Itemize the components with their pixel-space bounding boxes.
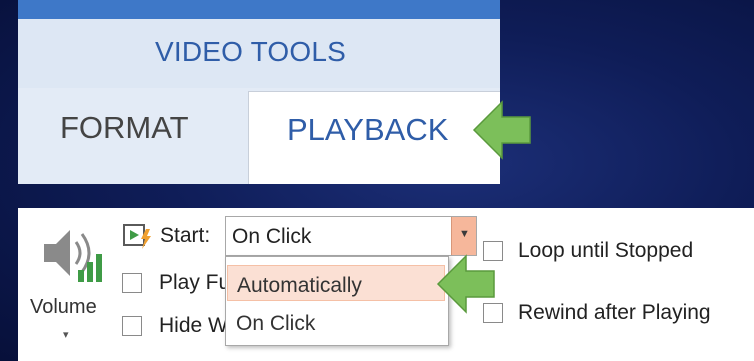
start-dropdown-list: Automatically On Click (225, 256, 449, 346)
speaker-volume-icon[interactable] (40, 222, 106, 284)
dropdown-option-automatically[interactable]: Automatically (227, 265, 445, 301)
volume-caret-icon[interactable]: ▾ (63, 328, 69, 341)
play-full-screen-label: Play Fu (159, 271, 231, 294)
dropdown-option-on-click[interactable]: On Click (227, 304, 445, 340)
ribbon-title-bar (18, 0, 500, 19)
tab-playback[interactable]: PLAYBACK (248, 91, 500, 184)
callout-arrow-icon (436, 254, 495, 314)
dropdown-option-label: On Click (236, 312, 316, 335)
tab-playback-label: PLAYBACK (287, 112, 449, 147)
playback-options-panel: Volume ▾ Start: On Click ▼ Play Fu Hide … (18, 208, 754, 361)
hide-while-not-playing-label: Hide W (159, 314, 228, 337)
volume-label[interactable]: Volume (30, 296, 97, 319)
rewind-after-playing-label: Rewind after Playing (518, 301, 711, 324)
start-label: Start: (160, 224, 211, 247)
loop-until-stopped-label: Loop until Stopped (518, 239, 694, 262)
dropdown-option-label: Automatically (237, 274, 362, 297)
hide-while-not-playing-checkbox[interactable] (122, 316, 142, 336)
callout-arrow-icon (472, 100, 531, 160)
ribbon-tabs-panel: VIDEO TOOLS FORMAT PLAYBACK (18, 0, 500, 184)
tab-format[interactable]: FORMAT (60, 110, 189, 146)
play-full-screen-checkbox[interactable] (122, 273, 142, 293)
start-dropdown-value: On Click (232, 225, 312, 248)
start-dropdown[interactable]: On Click ▼ (225, 216, 477, 256)
play-lightning-icon (123, 224, 151, 249)
start-dropdown-button[interactable]: ▼ (451, 217, 476, 255)
chevron-down-icon: ▼ (459, 228, 470, 240)
contextual-group-label: VIDEO TOOLS (155, 36, 347, 67)
